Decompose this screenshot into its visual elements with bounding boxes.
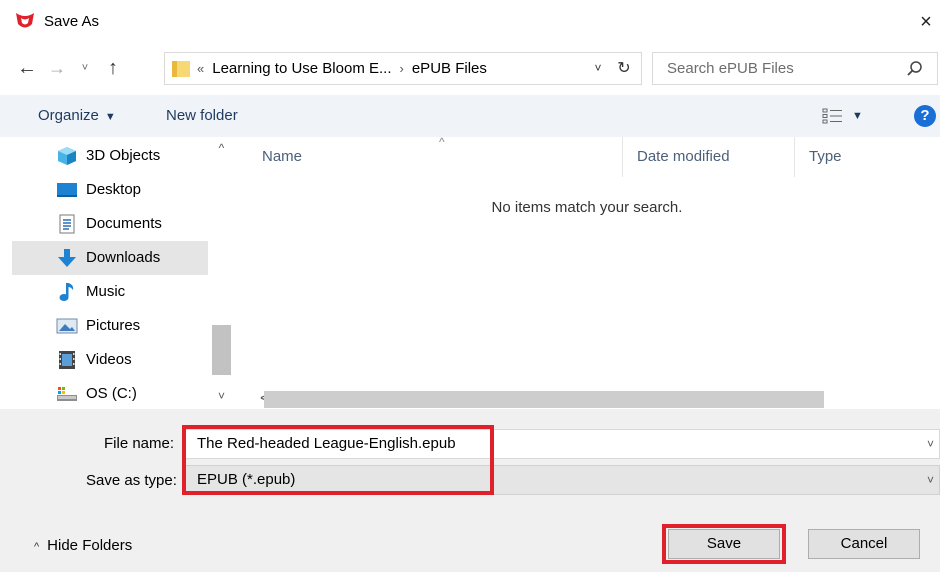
view-dropdown-button[interactable]: ▼ xyxy=(852,95,863,137)
navigation-pane: 3D Objects Desktop Documents Downloads M… xyxy=(0,137,233,409)
address-bar[interactable]: « Learning to Use Bloom E... › ePUB Files ˅… xyxy=(164,52,642,85)
search-icon xyxy=(907,61,922,76)
organize-label: Organize xyxy=(38,107,99,124)
videos-icon xyxy=(59,351,75,369)
horizontal-scrollbar[interactable]: < xyxy=(234,389,940,409)
column-header-name[interactable]: Name xyxy=(262,137,302,177)
breadcrumb-separator[interactable]: › xyxy=(400,61,404,76)
footer-panel: File name: The Red-headed League-English… xyxy=(0,409,940,572)
refresh-button[interactable]: ↻ xyxy=(611,53,637,84)
scrollbar-thumb[interactable] xyxy=(264,391,824,408)
recent-locations-button[interactable]: ˅ xyxy=(76,50,94,86)
desktop-icon xyxy=(57,183,77,197)
column-header-date-modified[interactable]: Date modified xyxy=(622,137,788,177)
title-bar: Save As × xyxy=(0,0,940,44)
forward-button[interactable]: → xyxy=(44,50,70,86)
sidebar-item-pictures[interactable]: Pictures xyxy=(12,309,208,343)
up-button[interactable]: ↑ xyxy=(100,50,126,86)
chevron-down-icon: ▼ xyxy=(104,111,116,123)
chevron-up-icon: ^ xyxy=(34,541,40,553)
search-placeholder: Search ePUB Files xyxy=(667,60,794,77)
sidebar-scrollbar[interactable]: ^ ˅ xyxy=(210,137,233,409)
pictures-icon xyxy=(56,318,78,334)
sidebar-item-documents[interactable]: Documents xyxy=(12,207,208,241)
view-options-icon[interactable] xyxy=(822,107,844,125)
highlight-box xyxy=(182,425,494,495)
scroll-up-icon[interactable]: ^ xyxy=(210,141,233,159)
folder-icon xyxy=(172,61,190,77)
breadcrumb-item-epub-files[interactable]: ePUB Files xyxy=(412,60,487,77)
search-input[interactable]: Search ePUB Files xyxy=(652,52,938,85)
window-title: Save As xyxy=(44,13,100,30)
breadcrumb: « Learning to Use Bloom E... › ePUB Files xyxy=(197,53,487,84)
empty-message: No items match your search. xyxy=(491,199,683,216)
highlight-box xyxy=(662,524,786,564)
scroll-down-icon[interactable]: ˅ xyxy=(210,389,233,407)
sidebar-item-label: Documents xyxy=(86,215,162,232)
sidebar-item-label: Videos xyxy=(86,351,132,368)
bloom-logo-icon xyxy=(16,13,34,28)
breadcrumb-overflow[interactable]: « xyxy=(197,61,204,76)
help-icon[interactable]: ? xyxy=(914,105,936,127)
column-header-type[interactable]: Type xyxy=(794,137,940,177)
chevron-down-icon[interactable]: ˅ xyxy=(927,430,934,458)
hide-folders-button[interactable]: ^ Hide Folders xyxy=(34,537,132,554)
sidebar-item-label: Downloads xyxy=(86,249,161,266)
sidebar-item-label: Pictures xyxy=(86,317,141,334)
new-folder-button[interactable]: New folder xyxy=(166,95,238,137)
cancel-button[interactable]: Cancel xyxy=(808,529,920,559)
sort-indicator-icon: ^ xyxy=(439,135,445,149)
sidebar-item-desktop[interactable]: Desktop xyxy=(12,173,208,207)
sidebar-item-label: 3D Objects xyxy=(86,147,161,164)
sidebar-item-downloads[interactable]: Downloads xyxy=(12,241,208,275)
back-button[interactable]: ← xyxy=(14,50,40,86)
sidebar-item-os-c[interactable]: OS (C:) xyxy=(12,377,208,411)
downloads-icon xyxy=(58,249,76,267)
file-list: ^ Name Date modified Type No items match… xyxy=(234,135,940,409)
command-bar: Organize ▼ New folder ▼ ? xyxy=(0,95,940,137)
chevron-down-icon[interactable]: ˅ xyxy=(927,466,934,494)
close-button[interactable]: × xyxy=(912,8,940,36)
scrollbar-thumb[interactable] xyxy=(212,325,231,375)
3d-objects-icon xyxy=(58,147,76,165)
drive-icon xyxy=(57,387,77,401)
sidebar-item-label: Music xyxy=(86,283,126,300)
address-dropdown-button[interactable]: ˅ xyxy=(589,53,607,84)
sidebar-item-label: Desktop xyxy=(86,181,142,198)
hide-folders-label: Hide Folders xyxy=(47,537,133,554)
save-as-type-label: Save as type: xyxy=(86,472,177,489)
sidebar-item-music[interactable]: Music xyxy=(12,275,208,309)
file-name-label: File name: xyxy=(104,435,175,452)
organize-button[interactable]: Organize ▼ xyxy=(38,95,116,137)
sidebar-item-label: OS (C:) xyxy=(86,385,137,402)
breadcrumb-item-learning[interactable]: Learning to Use Bloom E... xyxy=(212,60,391,77)
sidebar-item-3d-objects[interactable]: 3D Objects xyxy=(12,139,208,173)
documents-icon xyxy=(59,214,75,234)
music-icon xyxy=(59,283,74,301)
sidebar-item-videos[interactable]: Videos xyxy=(12,343,208,377)
